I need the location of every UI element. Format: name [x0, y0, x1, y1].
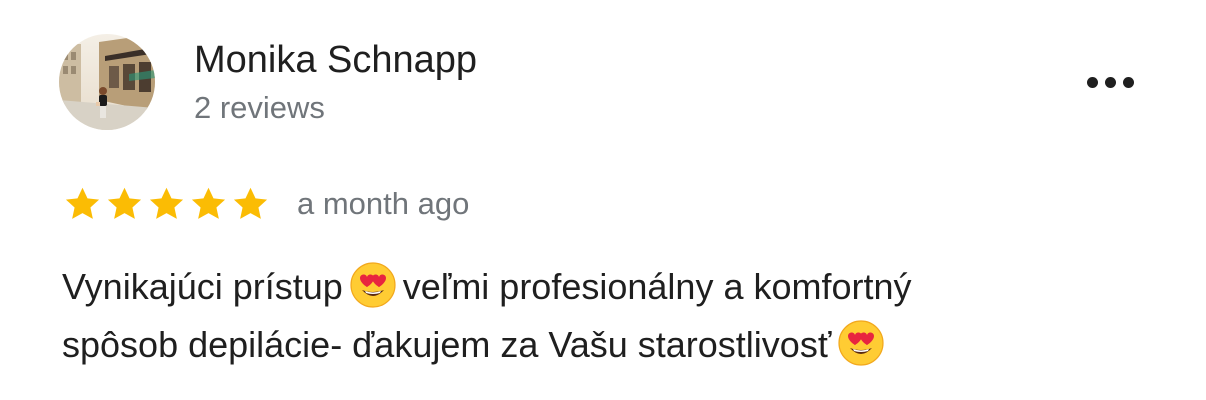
review-card: Monika Schnapp 2 reviews a month ago Vyn… — [0, 0, 1206, 400]
star-icon — [191, 187, 226, 219]
review-count: 2 reviews — [194, 90, 325, 125]
heart-eyes-emoji-icon — [349, 261, 397, 309]
more-options-button[interactable] — [1080, 64, 1140, 100]
review-date: a month ago — [297, 186, 470, 221]
review-text: Vynikajúci prístup veľmi profesionálny a… — [62, 258, 1162, 374]
review-text-segment: spôsob depilácie- ďakujem za Vašu staros… — [62, 324, 832, 365]
more-horizontal-icon — [1086, 76, 1098, 88]
star-icon — [65, 187, 100, 219]
reviewer-name[interactable]: Monika Schnapp — [194, 38, 477, 82]
star-rating — [62, 184, 271, 225]
review-text-segment: veľmi profesionálny a komfortný — [402, 266, 912, 307]
review-text-line-1: Vynikajúci prístup veľmi profesionálny a… — [62, 258, 1162, 316]
star-icon — [107, 187, 142, 219]
star-icon — [233, 187, 268, 219]
star-icon — [149, 187, 184, 219]
review-text-segment: Vynikajúci prístup — [62, 266, 343, 307]
rating-row: a month ago — [62, 182, 469, 226]
heart-eyes-emoji-icon — [837, 319, 885, 367]
more-horizontal-icon — [1104, 76, 1116, 88]
avatar[interactable] — [59, 34, 155, 130]
more-horizontal-icon — [1122, 76, 1134, 88]
avatar-photo — [59, 34, 155, 130]
review-text-line-2: spôsob depilácie- ďakujem za Vašu staros… — [62, 316, 1162, 374]
